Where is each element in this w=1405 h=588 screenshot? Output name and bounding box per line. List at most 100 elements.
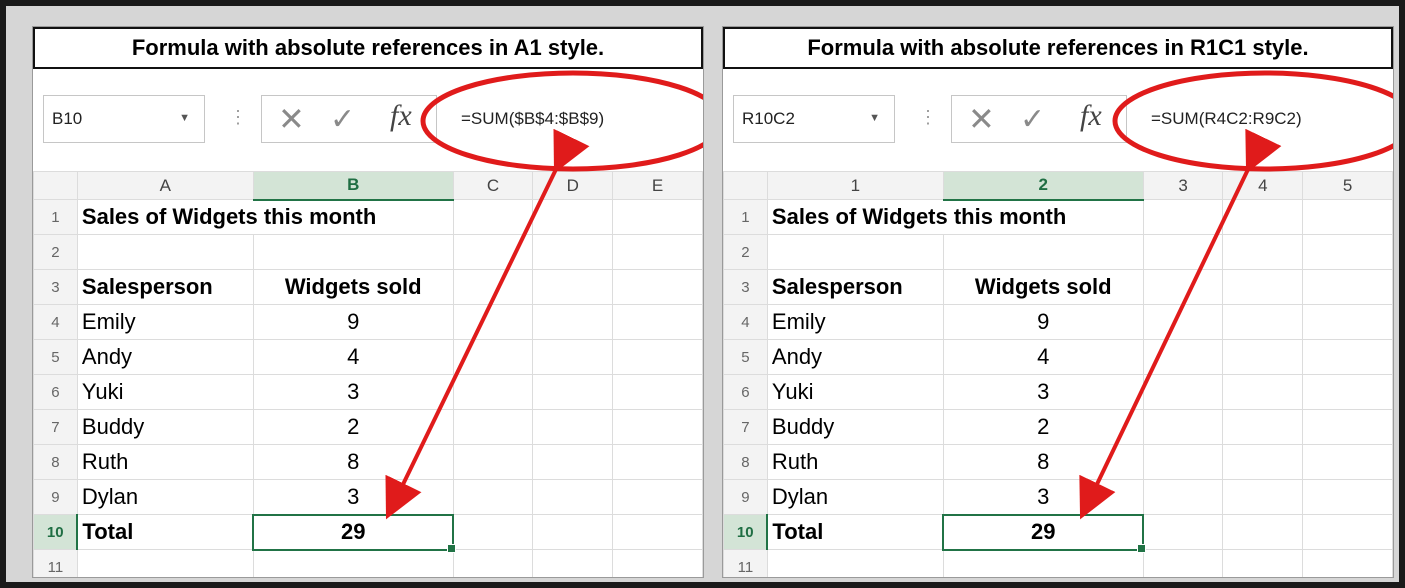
cell[interactable] [612, 549, 703, 577]
name-cell[interactable]: Buddy [76, 409, 254, 445]
cell[interactable] [452, 234, 534, 270]
active-total-cell[interactable]: 29 [942, 513, 1147, 553]
row-header[interactable]: 11 [33, 549, 78, 577]
total-label-cell[interactable]: Total [766, 514, 944, 550]
title-cell[interactable]: Sales of Widgets this month [76, 199, 454, 235]
header-cell-salesperson[interactable]: Salesperson [76, 269, 254, 305]
name-cell[interactable]: Buddy [766, 409, 944, 445]
name-cell[interactable]: Ruth [76, 444, 254, 480]
total-label-cell[interactable]: Total [76, 514, 254, 550]
name-box[interactable]: B10 ▼ [43, 95, 205, 143]
row-header[interactable]: 7 [723, 409, 768, 445]
cell[interactable] [1222, 269, 1304, 305]
cell[interactable] [1222, 304, 1304, 340]
insert-function-icon[interactable]: fx [1080, 99, 1102, 133]
cell[interactable] [766, 549, 944, 577]
name-cell[interactable]: Emily [76, 304, 254, 340]
cell[interactable] [452, 339, 534, 375]
row-header[interactable]: 4 [723, 304, 768, 340]
cell[interactable] [1302, 549, 1393, 577]
cell[interactable] [532, 269, 614, 305]
cell[interactable] [452, 269, 534, 305]
cell[interactable] [452, 444, 534, 480]
name-cell[interactable]: Emily [766, 304, 944, 340]
cell[interactable] [1142, 199, 1224, 235]
column-header[interactable]: D [532, 171, 614, 200]
cell[interactable] [1302, 479, 1393, 515]
value-cell[interactable]: 3 [252, 374, 454, 410]
value-cell[interactable]: 3 [942, 374, 1144, 410]
chevron-down-icon[interactable]: ▼ [869, 112, 880, 124]
chevron-down-icon[interactable]: ▼ [179, 112, 190, 124]
cell[interactable] [1142, 339, 1224, 375]
formula-input[interactable]: =SUM(R4C2:R9C2) [1143, 95, 1393, 143]
cancel-icon[interactable]: ✕ [278, 100, 305, 138]
cell[interactable] [252, 234, 454, 270]
cell[interactable] [452, 304, 534, 340]
cell[interactable] [612, 304, 703, 340]
cell[interactable] [532, 444, 614, 480]
cell[interactable] [532, 514, 614, 550]
insert-function-icon[interactable]: fx [390, 99, 412, 133]
row-header[interactable]: 1 [723, 199, 768, 235]
value-cell[interactable]: 8 [252, 444, 454, 480]
value-cell[interactable]: 3 [252, 479, 454, 515]
name-cell[interactable]: Dylan [76, 479, 254, 515]
drag-handle-icon[interactable]: ⋮ [919, 107, 937, 128]
row-header-selected[interactable]: 10 [723, 514, 769, 550]
cell[interactable] [612, 234, 703, 270]
name-cell[interactable]: Andy [76, 339, 254, 375]
cell[interactable] [532, 304, 614, 340]
cell[interactable] [452, 514, 534, 550]
cell[interactable] [766, 234, 944, 270]
cell[interactable] [1142, 409, 1224, 445]
cell[interactable] [1142, 269, 1224, 305]
cell[interactable] [942, 549, 1144, 577]
cell[interactable] [1142, 234, 1224, 270]
cell[interactable] [1222, 479, 1304, 515]
column-header[interactable]: E [612, 171, 703, 200]
cell[interactable] [1222, 409, 1304, 445]
name-cell[interactable]: Yuki [76, 374, 254, 410]
fill-handle[interactable] [1137, 543, 1147, 553]
column-header[interactable]: 5 [1302, 171, 1393, 200]
cell[interactable] [532, 234, 614, 270]
cell[interactable] [1222, 374, 1304, 410]
row-header-selected[interactable]: 10 [33, 514, 79, 550]
cell[interactable] [532, 479, 614, 515]
cell[interactable] [252, 549, 454, 577]
cell[interactable] [76, 549, 254, 577]
cell[interactable] [452, 479, 534, 515]
cell[interactable] [452, 549, 534, 577]
column-header[interactable]: C [452, 171, 534, 200]
cell[interactable] [532, 374, 614, 410]
row-header[interactable]: 8 [723, 444, 768, 480]
value-cell[interactable]: 3 [942, 479, 1144, 515]
cell[interactable] [1222, 444, 1304, 480]
name-cell[interactable]: Ruth [766, 444, 944, 480]
column-header-selected[interactable]: B [252, 171, 454, 201]
row-header[interactable]: 11 [723, 549, 768, 577]
cell[interactable] [1222, 199, 1304, 235]
row-header[interactable]: 5 [33, 339, 78, 375]
cell[interactable] [1222, 514, 1304, 550]
row-header[interactable]: 9 [33, 479, 78, 515]
enter-check-icon[interactable]: ✓ [1020, 102, 1045, 137]
cell[interactable] [612, 374, 703, 410]
row-header[interactable]: 4 [33, 304, 78, 340]
cell[interactable] [1302, 339, 1393, 375]
row-header[interactable]: 7 [33, 409, 78, 445]
cell[interactable] [1302, 269, 1393, 305]
drag-handle-icon[interactable]: ⋮ [229, 107, 247, 128]
cell[interactable] [532, 409, 614, 445]
row-header[interactable]: 2 [723, 234, 768, 270]
formula-input[interactable]: =SUM($B$4:$B$9) [453, 95, 703, 143]
cell[interactable] [452, 199, 534, 235]
cell[interactable] [612, 514, 703, 550]
value-cell[interactable]: 2 [252, 409, 454, 445]
cell[interactable] [1302, 409, 1393, 445]
fill-handle[interactable] [447, 543, 457, 553]
cell[interactable] [1142, 549, 1224, 577]
cell[interactable] [1142, 374, 1224, 410]
row-header[interactable]: 3 [33, 269, 78, 305]
